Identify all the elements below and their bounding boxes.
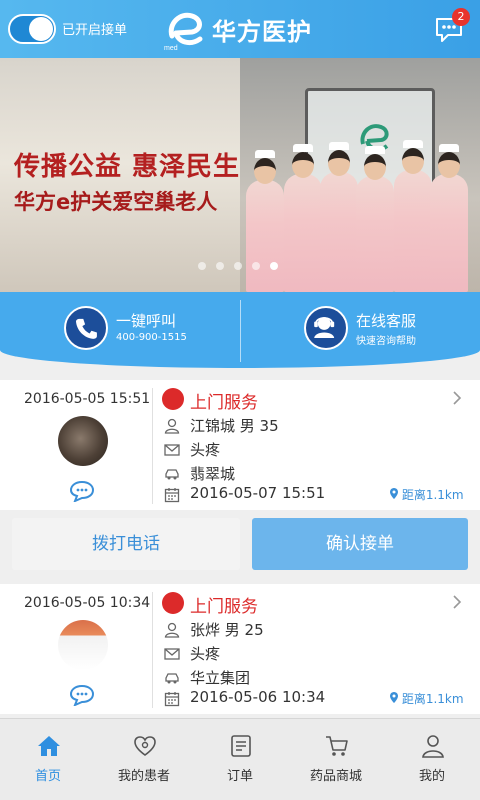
calendar-icon [164, 488, 180, 503]
toggle-label: 已开启接单 [62, 23, 128, 38]
patient-avatar [58, 416, 108, 466]
nav-label: 首页 [34, 769, 61, 784]
banner-title: 传播公益 惠泽民生 [14, 152, 241, 182]
chat-icon[interactable] [69, 684, 95, 706]
nav-drug-mall[interactable]: 药品商城 [288, 719, 384, 800]
toggle-knob [29, 17, 53, 41]
nav-me[interactable]: 我的 [384, 719, 480, 800]
e-logo-icon: med [164, 12, 203, 52]
nav-orders[interactable]: 订单 [192, 719, 288, 800]
online-service-label: 在线客服 [356, 312, 417, 330]
patient-info: 江锦城 男 35 [190, 417, 279, 435]
heart-user-icon [134, 736, 156, 756]
service-type-icon [162, 388, 184, 410]
pagination-dot[interactable] [252, 262, 260, 270]
message-badge: 2 [452, 8, 470, 26]
home-icon [38, 736, 60, 756]
order-time: 2016-05-05 10:34 [24, 595, 151, 611]
cart-icon [326, 736, 348, 756]
nav-label: 订单 [226, 769, 253, 784]
distance-label: 距离1.1km [390, 690, 464, 707]
nurse-figure [284, 144, 322, 292]
card-divider [152, 388, 153, 504]
distance: 距离1.1km [401, 488, 464, 502]
nav-home[interactable]: 首页 [0, 719, 96, 800]
chat-icon[interactable] [69, 480, 95, 502]
bottom-nav: 首页 我的患者 订单 药品商城 我的 [0, 718, 480, 800]
pagination-dot[interactable] [234, 262, 242, 270]
appointment-time: 2016-05-07 15:51 [190, 484, 326, 502]
quick-actions-divider [240, 300, 241, 362]
one-key-call-label: 一键呼叫 [116, 312, 177, 330]
accept-orders-toggle[interactable] [8, 14, 56, 44]
nurse-figure [320, 142, 358, 292]
service-type: 上门服务 [190, 393, 258, 413]
pagination-dot[interactable] [216, 262, 224, 270]
nurse-figure [246, 150, 284, 292]
symptom: 头疼 [190, 645, 221, 663]
pagination-dot[interactable] [198, 262, 206, 270]
location-pin-icon [390, 488, 398, 499]
order-list-icon [231, 735, 251, 757]
patient-info: 张烨 男 25 [190, 621, 264, 639]
nurse-figure [356, 146, 394, 292]
mail-icon [164, 648, 180, 660]
service-type: 上门服务 [190, 597, 258, 617]
confirm-order-button[interactable]: 确认接单 [252, 518, 468, 570]
distance-label: 距离1.1km [390, 486, 464, 503]
car-icon [165, 673, 179, 684]
nurse-figure [394, 140, 432, 292]
order-card[interactable]: 2016-05-05 10:34 上门服务 张烨 男 25 头疼 华立集团 20… [0, 584, 480, 714]
nurse-figure [430, 144, 468, 292]
card-divider [152, 592, 153, 708]
order-card[interactable]: 2016-05-05 15:51 上门服务 江锦城 男 35 头疼 翡翠城 20… [0, 380, 480, 510]
appointment-time: 2016-05-06 10:34 [190, 688, 326, 706]
app-header: 已开启接单 med 华方医护 2 [0, 0, 480, 58]
online-service-sub: 快速咨询帮助 [356, 336, 416, 347]
banner-subtitle: 华方e护关爱空巢老人 [14, 190, 218, 214]
calendar-icon [164, 692, 180, 707]
person-icon [164, 418, 180, 434]
distance: 距离1.1km [401, 692, 464, 706]
location-pin-icon [390, 692, 398, 703]
symptom: 头疼 [190, 441, 221, 459]
chevron-right-icon[interactable] [452, 594, 462, 610]
address: 华立集团 [190, 669, 251, 687]
nav-my-patients[interactable]: 我的患者 [96, 719, 192, 800]
nav-label: 我的患者 [117, 769, 170, 784]
hotline-number: 400-900-1515 [116, 332, 187, 343]
patient-avatar [58, 620, 108, 670]
svg-text:med: med [164, 45, 178, 52]
order-time: 2016-05-05 15:51 [24, 391, 151, 407]
person-icon [422, 735, 444, 758]
person-icon [164, 622, 180, 638]
car-icon [165, 469, 179, 480]
quick-actions-bar: 一键呼叫 400-900-1515 在线客服 快速咨询帮助 [0, 292, 480, 368]
address: 翡翠城 [190, 465, 236, 483]
nav-label: 药品商城 [309, 769, 362, 784]
call-phone-button[interactable]: 拨打电话 [12, 518, 240, 570]
nav-label: 我的 [418, 769, 445, 784]
banner-pagination [198, 262, 278, 270]
customer-service-icon [304, 306, 348, 350]
pagination-dot-active[interactable] [270, 262, 278, 270]
phone-icon [64, 306, 108, 350]
chevron-right-icon[interactable] [452, 390, 462, 406]
brand-title: 华方医护 [212, 18, 312, 46]
mail-icon [164, 444, 180, 456]
promo-banner[interactable]: 传播公益 惠泽民生 华方e护关爱空巢老人 [0, 58, 480, 292]
service-type-icon [162, 592, 184, 614]
